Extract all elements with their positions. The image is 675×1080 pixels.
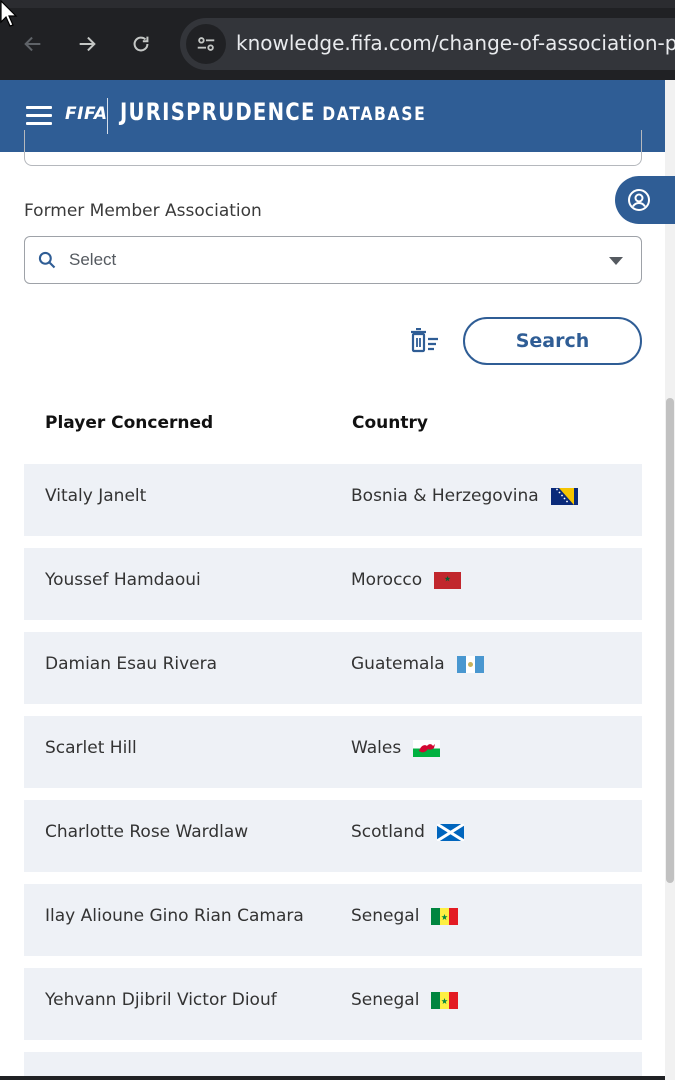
search-icon [38, 251, 56, 269]
country-name: Morocco [351, 570, 423, 590]
browser-tab-strip [0, 0, 675, 8]
site-title-sub: DATABASE [322, 103, 427, 125]
player-name[interactable]: Youssef Hamdaoui [45, 570, 201, 590]
search-button[interactable]: Search [463, 317, 642, 365]
scrollbar-thumb[interactable] [666, 398, 674, 883]
column-header-country: Country [352, 413, 428, 433]
address-bar[interactable]: knowledge.fifa.com/change-of-association… [180, 18, 675, 70]
previous-filter-field[interactable] [24, 130, 642, 166]
chevron-down-icon [609, 257, 623, 265]
scrollbar-gutter [665, 80, 675, 152]
player-name[interactable]: Charlotte Rose Wardlaw [45, 822, 248, 842]
mouse-cursor-icon [0, 0, 18, 27]
column-header-player: Player Concerned [45, 413, 214, 433]
site-title-main: JURISPRUDENCE [120, 98, 316, 126]
former-association-label: Former Member Association [24, 201, 262, 221]
player-name[interactable]: Yehvann Djibril Victor Diouf [45, 990, 277, 1010]
table-row[interactable]: Damian Esau Rivera Guatemala [24, 632, 642, 704]
country-cell: Morocco [351, 570, 462, 590]
table-row[interactable]: Charlotte Rose Wardlaw Scotland [24, 800, 642, 872]
guatemala-flag-icon [456, 655, 484, 673]
country-name: Senegal [351, 906, 420, 926]
country-name: Senegal [351, 990, 420, 1010]
player-name[interactable]: Scarlet Hill [45, 738, 137, 758]
menu-icon[interactable] [26, 106, 52, 126]
senegal-flag-icon [431, 907, 459, 925]
table-row[interactable]: Scarlet Hill Wales [24, 716, 642, 788]
table-row[interactable]: Yehvann Djibril Victor Diouf Senegal [24, 968, 642, 1040]
country-name: Wales [351, 738, 402, 758]
reload-icon[interactable] [123, 26, 159, 62]
country-cell: Senegal [351, 906, 459, 926]
player-name[interactable]: Vitaly Janelt [45, 486, 146, 506]
back-icon[interactable] [15, 26, 51, 62]
profile-button[interactable] [615, 176, 675, 224]
country-name: Guatemala [351, 654, 445, 674]
site-settings-icon[interactable] [186, 24, 226, 64]
wales-flag-icon [413, 739, 441, 757]
user-account-icon [628, 189, 650, 211]
country-name: Scotland [351, 822, 425, 842]
forward-icon[interactable] [69, 26, 105, 62]
site-title[interactable]: JURISPRUDENCE DATABASE [120, 98, 426, 126]
country-cell: Senegal [351, 990, 459, 1010]
table-row[interactable]: Ilay Alioune Gino Rian Camara Senegal [24, 884, 642, 956]
select-placeholder: Select [69, 250, 117, 269]
fifa-logo[interactable]: FIFA [65, 104, 108, 124]
taskbar-edge [0, 1076, 665, 1080]
browser-toolbar: knowledge.fifa.com/change-of-association… [0, 0, 675, 80]
morocco-flag-icon [434, 571, 462, 589]
clear-filters-icon[interactable] [410, 328, 440, 354]
player-name[interactable]: Ilay Alioune Gino Rian Camara [45, 906, 304, 926]
country-name: Bosnia & Herzegovina [351, 486, 539, 506]
bosnia-flag-icon [550, 487, 578, 505]
table-row[interactable]: Youssef Hamdaoui Morocco [24, 548, 642, 620]
country-cell: Bosnia & Herzegovina [351, 486, 578, 506]
country-cell: Wales [351, 738, 441, 758]
url-text[interactable]: knowledge.fifa.com/change-of-association… [236, 31, 675, 55]
country-cell: Scotland [351, 822, 464, 842]
player-name[interactable]: Damian Esau Rivera [45, 654, 217, 674]
country-cell: Guatemala [351, 654, 484, 674]
scotland-flag-icon [436, 823, 464, 841]
table-row[interactable]: Vitaly Janelt Bosnia & Herzegovina [24, 464, 642, 536]
header-divider [107, 98, 108, 134]
senegal-flag-icon [431, 991, 459, 1009]
former-association-select[interactable]: Select [24, 236, 642, 284]
